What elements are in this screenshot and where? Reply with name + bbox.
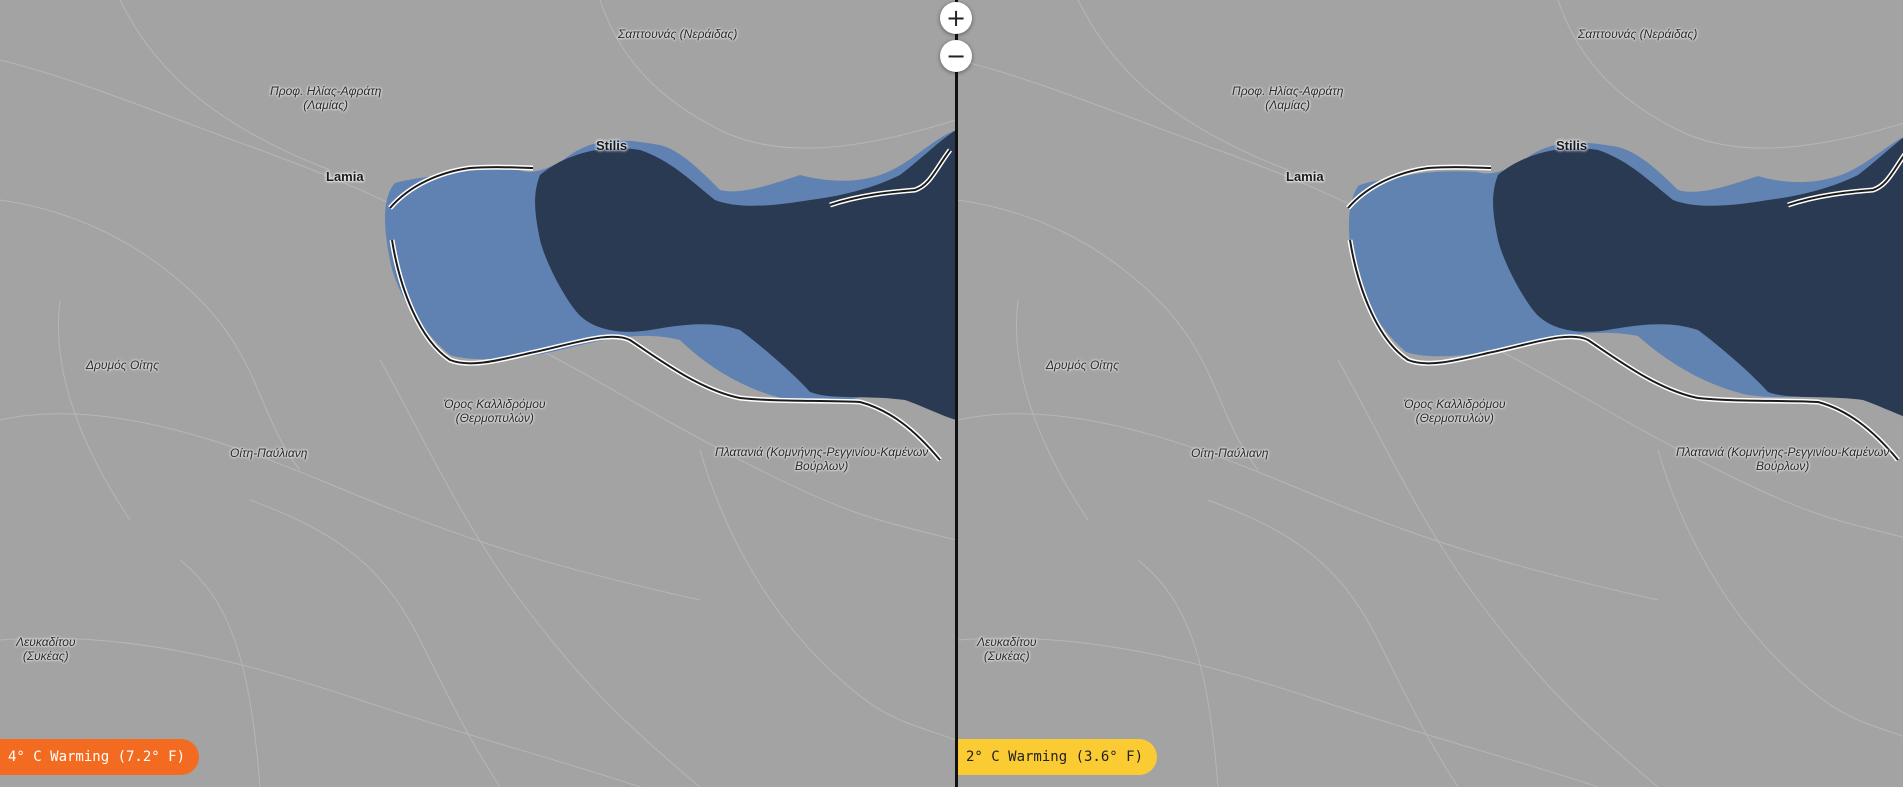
place-label-line: Πλατανιά (Κομνήνης-Ρεγγινίου-Καμένων: [1676, 445, 1890, 459]
road: [958, 199, 1259, 471]
zoom-out-button[interactable]: −: [940, 40, 972, 72]
road: [0, 199, 301, 471]
map-pane-right[interactable]: Σαπτουνάς (Νεράιδας) Προφ. Ηλίας-Αφράτη …: [958, 0, 1903, 787]
place-label-line: Βούρλων): [1756, 459, 1810, 473]
city-label-stilis: Stilis: [1556, 138, 1588, 153]
place-label: Οίτη-Παύλιανη: [1191, 446, 1269, 460]
place-label-line: Προφ. Ηλίας-Αφράτη: [270, 84, 382, 98]
road: [57, 299, 131, 521]
place-label: Προφ. Ηλίας-Αφράτη (Λαμίας): [1232, 84, 1343, 112]
place-label: Δρυμός Οίτης: [1046, 358, 1119, 372]
place-label-line: Προφ. Ηλίας-Αφράτη: [1232, 84, 1344, 98]
place-label: Όρος Καλλιδρόμου (Θερμοπυλών): [444, 397, 545, 425]
place-label: Προφ. Ηλίας-Αφράτη (Λαμίας): [270, 84, 381, 112]
place-label: Δρυμός Οίτης: [86, 358, 159, 372]
zoom-in-button[interactable]: +: [940, 2, 972, 34]
place-label: Όρος Καλλιδρόμου (Θερμοπυλών): [1404, 397, 1505, 425]
scenario-badge-2c: 2° C Warming (3.6° F): [958, 739, 1158, 775]
place-label: Λευκαδίτου (Συκέας): [977, 635, 1037, 663]
city-label-lamia: Lamia: [326, 169, 364, 184]
plus-icon: +: [945, 4, 967, 32]
road: [599, 0, 956, 149]
place-label: Πλατανιά (Κομνήνης-Ρεγγινίου-Καμένων Βού…: [715, 445, 928, 473]
place-label-line: Όρος Καλλιδρόμου: [1404, 397, 1506, 411]
place-label-line: (Συκέας): [22, 649, 69, 663]
map-pane-left[interactable]: Σαπτουνάς (Νεράιδας) Προφ. Ηλίας-Αφράτη …: [0, 0, 956, 787]
minus-icon: −: [945, 42, 967, 70]
place-label-line: Λευκαδίτου: [977, 635, 1037, 649]
place-label: Οίτη-Παύλιανη: [230, 446, 308, 460]
city-label-stilis: Stilis: [596, 138, 628, 153]
road: [249, 499, 501, 787]
place-label-line: (Θερμοπυλών): [455, 411, 534, 425]
city-label-lamia: Lamia: [1286, 169, 1324, 184]
place-label-line: Πλατανιά (Κομνήνης-Ρεγγινίου-Καμένων: [715, 445, 929, 459]
road: [1557, 0, 1903, 149]
scenario-badge-4c: 4° C Warming (7.2° F): [0, 739, 200, 775]
road: [958, 413, 1659, 601]
place-label: Πλατανιά (Κομνήνης-Ρεγγινίου-Καμένων Βού…: [1676, 445, 1889, 473]
place-label-line: Λευκαδίτου: [16, 635, 76, 649]
road: [1015, 299, 1089, 521]
place-label-line: Βούρλων): [795, 459, 849, 473]
place-label: Λευκαδίτου (Συκέας): [16, 635, 76, 663]
map-canvas-right[interactable]: [958, 0, 1903, 787]
road: [699, 449, 956, 741]
road: [0, 413, 701, 601]
place-label: Σαπτουνάς (Νεράιδας): [1578, 27, 1698, 41]
place-label-line: Όρος Καλλιδρόμου: [444, 397, 546, 411]
place-label: Σαπτουνάς (Νεράιδας): [618, 27, 738, 41]
place-label-line: (Συκέας): [983, 649, 1030, 663]
place-label-line: (Λαμίας): [303, 98, 349, 112]
map-canvas-left[interactable]: [0, 0, 956, 787]
road: [1657, 449, 1903, 737]
place-label-line: (Λαμίας): [1265, 98, 1311, 112]
road: [1207, 499, 1459, 787]
place-label-line: (Θερμοπυλών): [1415, 411, 1494, 425]
